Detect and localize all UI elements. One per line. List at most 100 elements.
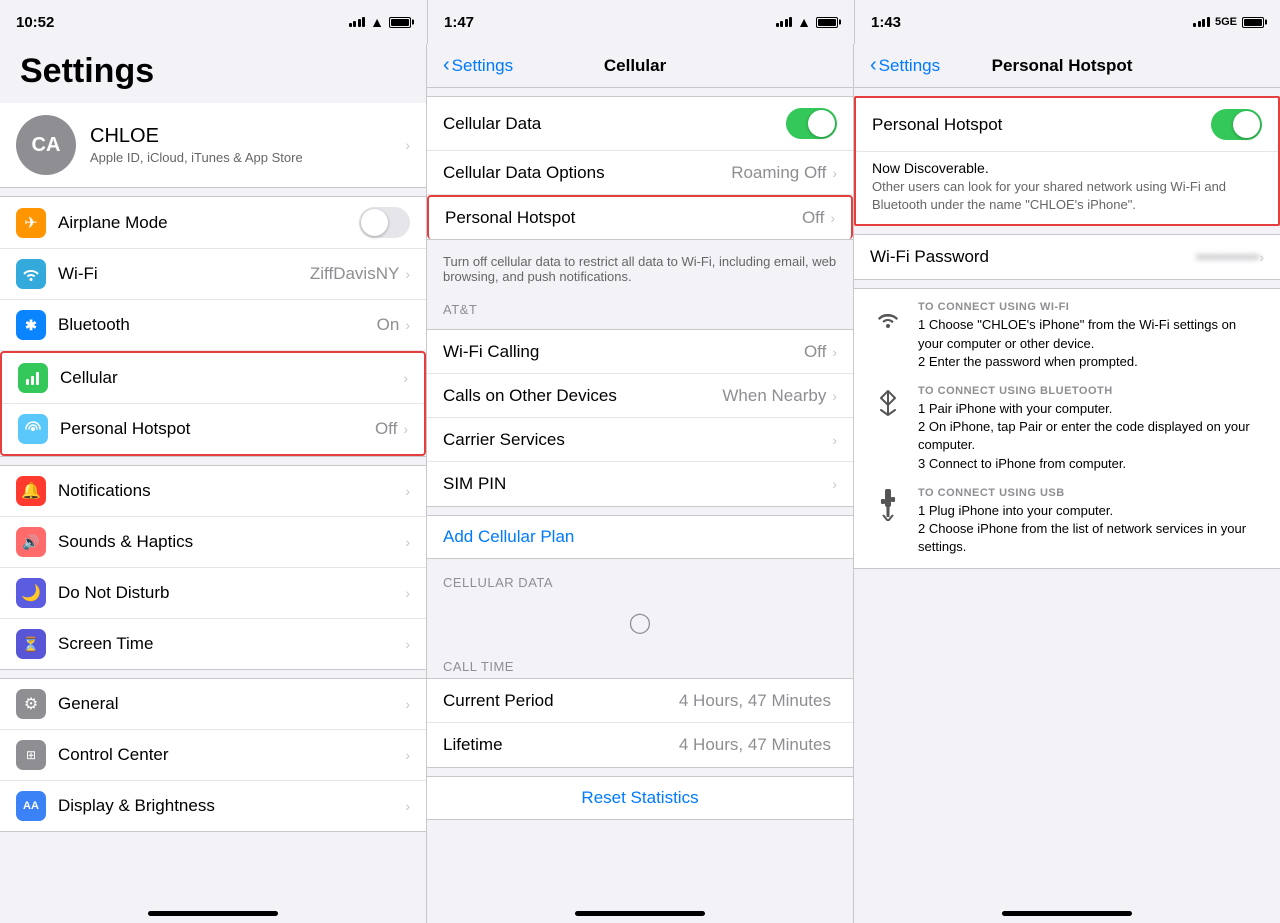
sounds-chevron: › bbox=[405, 534, 410, 550]
settings-row-cellular[interactable]: Cellular › bbox=[2, 353, 424, 404]
cellular-hotspot-highlight: Cellular › Personal Hotspot Off › bbox=[0, 351, 426, 456]
settings-row-display[interactable]: AA Display & Brightness › bbox=[0, 781, 426, 831]
cellular-label: Cellular bbox=[60, 368, 403, 388]
carrier-services-label: Carrier Services bbox=[443, 430, 832, 450]
add-cellular-plan[interactable]: Add Cellular Plan bbox=[427, 515, 853, 559]
settings-title: Settings bbox=[0, 44, 426, 103]
profile-row[interactable]: CA CHLOE Apple ID, iCloud, iTunes & App … bbox=[0, 103, 426, 188]
sounds-icon: 🔊 bbox=[16, 527, 46, 557]
avatar: CA bbox=[16, 115, 76, 175]
connect-usb-step2: 2 Choose iPhone from the list of network… bbox=[918, 520, 1264, 556]
cellular-data-options-value: Roaming Off bbox=[731, 163, 826, 183]
att-group: Wi-Fi Calling Off › Calls on Other Devic… bbox=[427, 329, 853, 507]
main-content: Settings CA CHLOE Apple ID, iCloud, iTun… bbox=[0, 44, 1280, 903]
cellular-scroll: Cellular Data Cellular Data Options Roam… bbox=[427, 88, 853, 903]
hotspot-main-label: Personal Hotspot bbox=[872, 115, 1211, 135]
screentime-chevron: › bbox=[405, 636, 410, 652]
settings-row-dnd[interactable]: 🌙 Do Not Disturb › bbox=[0, 568, 426, 619]
lifetime-label: Lifetime bbox=[443, 735, 679, 755]
settings-row-general[interactable]: ⚙ General › bbox=[0, 679, 426, 730]
carrier-services-row[interactable]: Carrier Services › bbox=[427, 418, 853, 462]
cellular-data-toggle[interactable] bbox=[786, 108, 837, 139]
connect-wifi-icon bbox=[870, 301, 906, 337]
status-bar-panel1: 10:52 ▲ bbox=[0, 0, 427, 44]
home-indicator-bar bbox=[0, 903, 1280, 923]
settings-row-airplane[interactable]: ✈ Airplane Mode bbox=[0, 197, 426, 249]
wifi-calling-value: Off bbox=[804, 342, 826, 362]
cellular-data-options-row[interactable]: Cellular Data Options Roaming Off › bbox=[427, 151, 853, 195]
general-group: ⚙ General › ⊞ Control Center › AA Displa… bbox=[0, 678, 426, 832]
cellular-data-row[interactable]: Cellular Data bbox=[427, 97, 853, 151]
wifi-setting-icon bbox=[16, 259, 46, 289]
calls-devices-value: When Nearby bbox=[722, 386, 826, 406]
cellular-personal-hotspot-row[interactable]: Personal Hotspot Off › bbox=[427, 195, 853, 239]
cellular-back-button[interactable]: ‹ Settings bbox=[443, 54, 513, 77]
cellular-hotspot-label: Personal Hotspot bbox=[445, 208, 802, 228]
sim-pin-label: SIM PIN bbox=[443, 474, 832, 494]
hotspot-discoverable-section: Now Discoverable. Other users can look f… bbox=[856, 152, 1278, 224]
status-bar: 10:52 ▲ 1:47 ▲ bbox=[0, 0, 1280, 44]
bluetooth-chevron: › bbox=[405, 317, 410, 333]
discoverable-now-text: Now Discoverable. bbox=[872, 160, 1262, 176]
dnd-chevron: › bbox=[405, 585, 410, 601]
cellular-note: Turn off cellular data to restrict all d… bbox=[427, 248, 853, 294]
home-indicator-panel1 bbox=[0, 903, 427, 923]
cellular-data-label: Cellular Data bbox=[443, 114, 786, 134]
calls-devices-label: Calls on Other Devices bbox=[443, 386, 722, 406]
settings-row-sounds[interactable]: 🔊 Sounds & Haptics › bbox=[0, 517, 426, 568]
status-bar-panel3: 1:43 5GE bbox=[854, 0, 1280, 44]
5ge-icon: 5GE bbox=[1215, 16, 1237, 28]
wifi-password-row[interactable]: Wi-Fi Password •••••••••••• › bbox=[854, 235, 1280, 279]
profile-info: CHLOE Apple ID, iCloud, iTunes & App Sto… bbox=[90, 125, 405, 165]
profile-name: CHLOE bbox=[90, 125, 405, 148]
status-icons-panel2: ▲ bbox=[776, 14, 838, 30]
settings-row-wifi[interactable]: Wi-Fi ZiffDavisNY › bbox=[0, 249, 426, 300]
hotspot-value: Off bbox=[375, 419, 397, 439]
current-period-label: Current Period bbox=[443, 691, 679, 711]
connect-wifi-step2: 2 Enter the password when prompted. bbox=[918, 353, 1264, 371]
carrier-services-chevron: › bbox=[832, 432, 837, 448]
hotspot-nav-title: Personal Hotspot bbox=[940, 56, 1184, 76]
cellular-hotspot-chevron: › bbox=[830, 210, 835, 226]
status-bar-panel2: 1:47 ▲ bbox=[427, 0, 854, 44]
hotspot-toggle-row[interactable]: Personal Hotspot bbox=[856, 98, 1278, 152]
signal-icon2 bbox=[776, 17, 793, 27]
settings-row-personal-hotspot[interactable]: Personal Hotspot Off › bbox=[2, 404, 424, 454]
wifi-calling-row[interactable]: Wi-Fi Calling Off › bbox=[427, 330, 853, 374]
dnd-label: Do Not Disturb bbox=[58, 583, 405, 603]
connect-usb-title: TO CONNECT USING USB bbox=[918, 487, 1264, 499]
connect-bt-step3: 3 Connect to iPhone from computer. bbox=[918, 455, 1264, 473]
controlcenter-label: Control Center bbox=[58, 745, 405, 765]
wifi-password-chevron: › bbox=[1259, 249, 1264, 265]
profile-subtitle: Apple ID, iCloud, iTunes & App Store bbox=[90, 150, 405, 165]
connect-usb-text: TO CONNECT USING USB 1 Plug iPhone into … bbox=[918, 487, 1264, 557]
wifi-value: ZiffDavisNY bbox=[310, 264, 399, 284]
cellular-top-group: Cellular Data Cellular Data Options Roam… bbox=[427, 96, 853, 240]
battery-icon3 bbox=[1242, 17, 1264, 28]
calls-devices-row[interactable]: Calls on Other Devices When Nearby › bbox=[427, 374, 853, 418]
settings-row-notifications[interactable]: 🔔 Notifications › bbox=[0, 466, 426, 517]
hotspot-main-toggle[interactable] bbox=[1211, 109, 1262, 140]
settings-row-bluetooth[interactable]: ✱ Bluetooth On › bbox=[0, 300, 426, 351]
cellular-icon bbox=[18, 363, 48, 393]
loading-spinner: ◯ bbox=[427, 594, 853, 651]
battery-icon2 bbox=[816, 17, 838, 28]
hotspot-back-button[interactable]: ‹ Settings bbox=[870, 54, 940, 77]
screentime-label: Screen Time bbox=[58, 634, 405, 654]
reset-statistics[interactable]: Reset Statistics bbox=[427, 776, 853, 820]
connectivity-group: ✈ Airplane Mode Wi-Fi ZiffDavisNY › bbox=[0, 196, 426, 457]
wifi-password-value: •••••••••••• bbox=[1196, 249, 1259, 266]
cellular-back-label: Settings bbox=[452, 56, 513, 76]
notifications-icon: 🔔 bbox=[16, 476, 46, 506]
connect-usb-item: TO CONNECT USING USB 1 Plug iPhone into … bbox=[870, 487, 1264, 557]
general-label: General bbox=[58, 694, 405, 714]
sim-pin-row[interactable]: SIM PIN › bbox=[427, 462, 853, 506]
notifications-label: Notifications bbox=[58, 481, 405, 501]
airplane-toggle[interactable] bbox=[359, 207, 410, 238]
settings-row-screentime[interactable]: ⏳ Screen Time › bbox=[0, 619, 426, 669]
home-bar2 bbox=[575, 911, 705, 916]
wifi-calling-label: Wi-Fi Calling bbox=[443, 342, 804, 362]
connect-bluetooth-item: TO CONNECT USING BLUETOOTH 1 Pair iPhone… bbox=[870, 385, 1264, 473]
settings-row-controlcenter[interactable]: ⊞ Control Center › bbox=[0, 730, 426, 781]
cellular-chevron: › bbox=[403, 370, 408, 386]
